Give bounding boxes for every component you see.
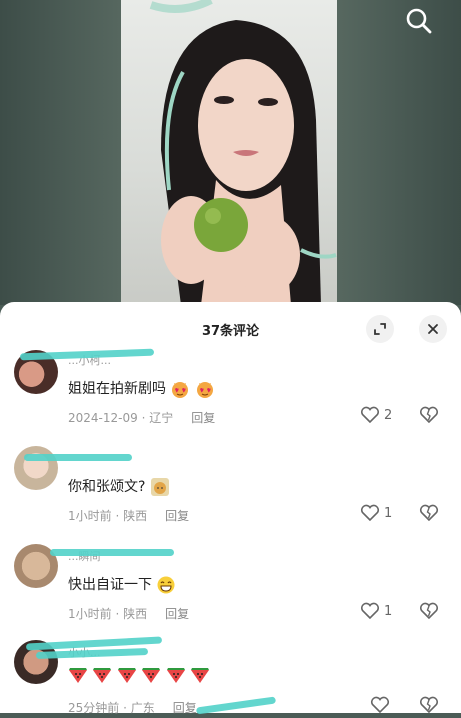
like-button[interactable] bbox=[370, 696, 394, 714]
dislike-button[interactable] bbox=[419, 602, 439, 624]
redaction-scribble bbox=[195, 696, 277, 715]
reply-button[interactable]: 回复 bbox=[165, 509, 189, 523]
broken-heart-icon bbox=[419, 406, 439, 424]
watermelon-icon bbox=[117, 668, 136, 683]
like-button[interactable]: 1 bbox=[360, 504, 392, 522]
heart-eyes-cat-icon bbox=[172, 382, 189, 398]
comment-location: 辽宁 bbox=[149, 411, 174, 425]
like-count: 1 bbox=[384, 603, 393, 619]
comment-text bbox=[68, 666, 210, 684]
heart-icon bbox=[360, 602, 380, 620]
like-count: 1 bbox=[384, 505, 393, 521]
broken-heart-icon bbox=[419, 696, 439, 714]
like-button[interactable]: 2 bbox=[360, 406, 392, 424]
close-button[interactable] bbox=[419, 315, 447, 343]
heart-icon bbox=[370, 696, 390, 714]
heart-icon bbox=[360, 406, 380, 424]
comment-meta: 1小时前 · 陕西 回复 bbox=[68, 607, 190, 621]
reply-button[interactable]: 回复 bbox=[191, 411, 215, 425]
close-icon bbox=[428, 324, 438, 334]
redaction-scribble bbox=[50, 549, 174, 556]
watermelon-icon bbox=[69, 668, 87, 683]
comment-meta: 25分钟前 · 广东 回复 bbox=[68, 701, 197, 715]
comment-text: 快出自证一下 bbox=[68, 574, 176, 595]
heart-icon bbox=[360, 504, 380, 522]
comment-time: 2024-12-09 bbox=[68, 411, 138, 425]
broken-heart-icon bbox=[419, 602, 439, 620]
comment-time: 1小时前 bbox=[68, 607, 112, 621]
dislike-button[interactable] bbox=[419, 504, 439, 526]
watermelon-icon bbox=[142, 668, 161, 683]
comment-location: 陕西 bbox=[123, 509, 148, 523]
watermelon-icon bbox=[166, 668, 185, 683]
expand-icon bbox=[374, 323, 386, 335]
expand-button[interactable] bbox=[366, 315, 394, 343]
comment-meta: 1小时前 · 陕西 回复 bbox=[68, 509, 190, 523]
comment-meta: 2024-12-09 · 辽宁 回复 bbox=[68, 411, 216, 425]
video-frame-image[interactable] bbox=[121, 0, 337, 305]
comments-panel: 37条评论 ...小柯... 姐姐在拍新剧吗 2024-12-09 · 辽宁 回复… bbox=[0, 302, 461, 715]
watermelon-icon bbox=[93, 668, 112, 683]
search-icon[interactable] bbox=[404, 6, 434, 36]
dislike-button[interactable] bbox=[419, 406, 439, 428]
reply-button[interactable]: 回复 bbox=[165, 607, 189, 621]
comment-text: 姐姐在拍新剧吗 bbox=[68, 378, 215, 399]
comment-text: 你和张颂文? bbox=[68, 476, 170, 497]
redaction-scribble bbox=[24, 454, 132, 461]
broken-heart-icon bbox=[419, 504, 439, 522]
heart-eyes-cat-icon bbox=[196, 382, 213, 398]
avatar[interactable] bbox=[14, 446, 58, 490]
comment-location: 陕西 bbox=[123, 607, 148, 621]
like-button[interactable]: 1 bbox=[360, 602, 392, 620]
dislike-button[interactable] bbox=[419, 696, 439, 718]
comment-time: 1小时前 bbox=[68, 509, 112, 523]
like-count: 2 bbox=[384, 407, 393, 423]
grinning-face-icon bbox=[157, 576, 175, 594]
smug-cat-icon bbox=[150, 478, 169, 496]
watermelon-icon bbox=[191, 668, 210, 683]
